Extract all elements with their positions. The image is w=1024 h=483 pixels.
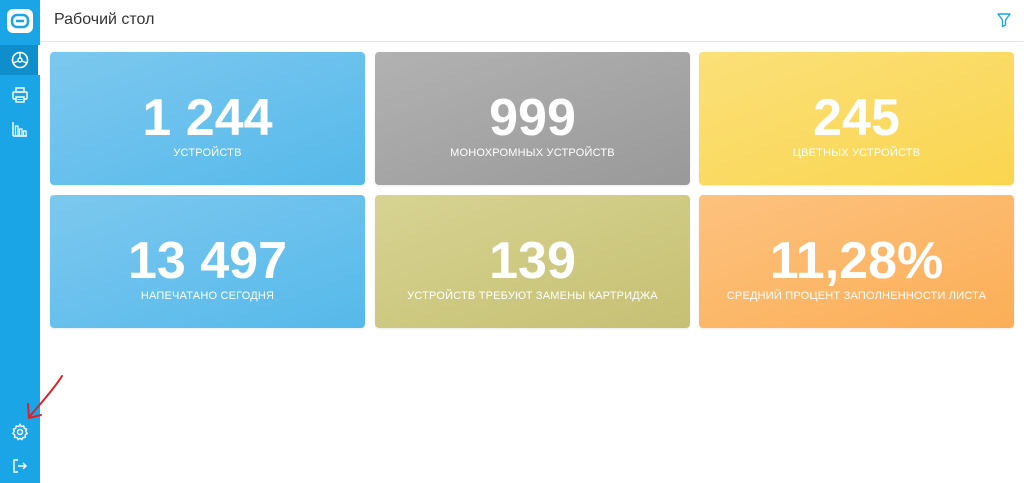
tile-label: УСТРОЙСТВ <box>173 147 242 159</box>
tile-label: НАПЕЧАТАНО СЕГОДНЯ <box>140 290 275 302</box>
annotation-arrow <box>27 375 63 419</box>
tile-label: ЦВЕТНЫХ УСТРОЙСТВ <box>792 147 921 159</box>
tile-value: 13 497 <box>127 232 288 290</box>
tile-value: 11,28% <box>769 232 944 290</box>
sidebar-item-dashboard[interactable] <box>0 45 40 75</box>
sidebar-item-reports[interactable] <box>0 114 40 144</box>
tile-printed-today[interactable]: 13 497 НАПЕЧАТАНО СЕГОДНЯ <box>50 195 365 328</box>
tile-devices[interactable]: 1 244 УСТРОЙСТВ <box>50 52 365 185</box>
page-title: Рабочий стол <box>54 11 155 28</box>
tile-label: УСТРОЙСТВ ТРЕБУЮТ ЗАМЕНЫ КАРТРИДЖА <box>407 290 658 302</box>
sidebar-item-logout[interactable] <box>0 451 40 481</box>
dashboard-icon <box>11 51 29 69</box>
filter-button[interactable] <box>996 12 1014 30</box>
tile-cartridge-replacement[interactable]: 139 УСТРОЙСТВ ТРЕБУЮТ ЗАМЕНЫ КАРТРИДЖА <box>375 195 690 328</box>
tile-value: 139 <box>489 232 576 290</box>
logout-icon <box>13 459 27 473</box>
tile-value: 999 <box>489 89 576 147</box>
tile-mono-devices[interactable]: 999 МОНОХРОМНЫХ УСТРОЙСТВ <box>375 52 690 185</box>
tile-value: 245 <box>813 89 900 147</box>
sidebar-item-printers[interactable] <box>0 80 40 110</box>
gear-icon <box>11 423 29 441</box>
tile-label: МОНОХРОМНЫХ УСТРОЙСТВ <box>450 147 615 159</box>
app-logo[interactable] <box>7 9 33 33</box>
tile-color-devices[interactable]: 245 ЦВЕТНЫХ УСТРОЙСТВ <box>699 52 1014 185</box>
tile-label: СРЕДНИЙ ПРОЦЕНТ ЗАПОЛНЕННОСТИ ЛИСТА <box>726 290 987 302</box>
app-window: Рабочий стол 1 244 УСТРОЙСТВ 999 МОНОХРО… <box>0 0 1024 483</box>
tile-page-coverage[interactable]: 11,28% СРЕДНИЙ ПРОЦЕНТ ЗАПОЛНЕННОСТИ ЛИС… <box>699 195 1014 328</box>
filter-icon <box>997 13 1011 28</box>
tile-value: 1 244 <box>142 89 273 147</box>
bar-chart-icon <box>12 122 27 137</box>
page-header: Рабочий стол <box>40 0 1024 42</box>
printer-icon <box>12 87 28 103</box>
logo-icon <box>10 13 30 29</box>
